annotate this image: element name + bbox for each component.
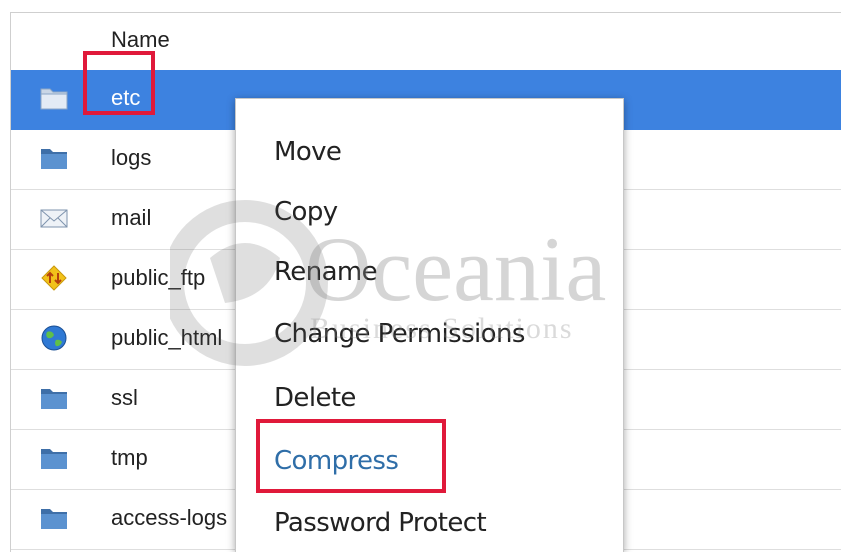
- highlight-box-etc: [83, 51, 155, 115]
- folder-icon: [39, 503, 69, 533]
- globe-icon: [39, 323, 69, 353]
- file-name: ssl: [111, 385, 138, 410]
- menu-item-copy[interactable]: Copy: [274, 197, 338, 227]
- highlight-box-compress: [256, 419, 446, 493]
- file-name: logs: [111, 145, 152, 170]
- file-name: access-logs: [111, 505, 228, 530]
- file-name: tmp: [111, 445, 148, 470]
- menu-item-move[interactable]: Move: [274, 137, 342, 167]
- menu-item-delete[interactable]: Delete: [274, 383, 356, 413]
- ftp-icon: [39, 263, 69, 293]
- file-name: public_html: [111, 325, 223, 350]
- mail-envelope-icon: [39, 203, 69, 233]
- file-name: public_ftp: [111, 265, 206, 290]
- menu-item-rename[interactable]: Rename: [274, 257, 378, 287]
- folder-icon: [39, 383, 69, 413]
- file-name: mail: [111, 205, 152, 230]
- folder-icon: [39, 143, 69, 173]
- folder-icon: [39, 443, 69, 473]
- menu-item-change-permissions[interactable]: Change Permissions: [274, 319, 525, 349]
- name-column-header[interactable]: Name: [111, 27, 170, 53]
- menu-item-password-protect[interactable]: Password Protect: [274, 508, 487, 538]
- folder-icon: [39, 83, 69, 113]
